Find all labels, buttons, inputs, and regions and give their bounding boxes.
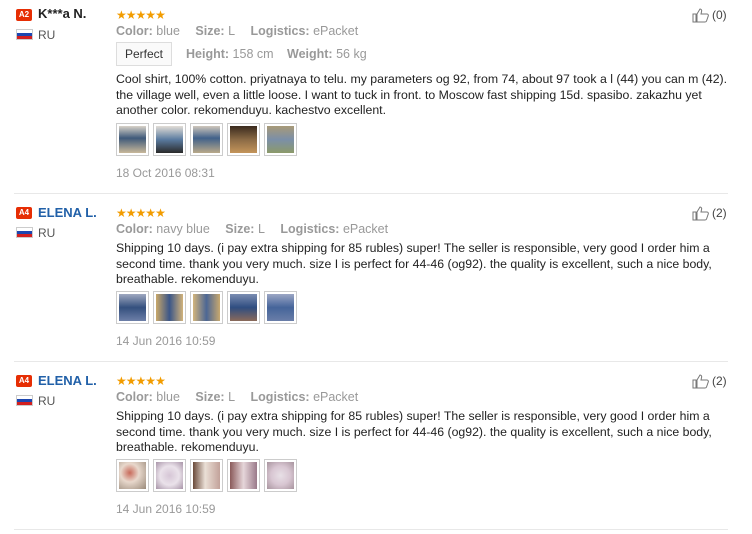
- color-value: navy blue: [156, 222, 210, 236]
- photo-thumbnail[interactable]: [153, 291, 186, 324]
- star-icon: ★: [145, 374, 156, 388]
- helpful-vote[interactable]: (0): [692, 7, 727, 23]
- photo-thumbnail[interactable]: [227, 291, 260, 324]
- star-icon: ★: [135, 374, 147, 388]
- thumbs-up-icon: [692, 8, 709, 23]
- star-icon: ★: [125, 374, 137, 388]
- photo-thumbnail[interactable]: [264, 459, 297, 492]
- review-text: Shipping 10 days. (i pay extra shipping …: [116, 241, 712, 286]
- star-rating: ★ ★ ★ ★ ★: [116, 375, 178, 387]
- review-date: 14 Jun 2016 10:59: [116, 334, 216, 348]
- fit-tag: Perfect: [116, 42, 173, 66]
- star-icon: ★: [116, 8, 127, 22]
- buyer-level-badge: A4: [16, 375, 32, 387]
- review-text: Shipping 10 days. (i pay extra shipping …: [116, 409, 712, 454]
- logistics-value: ePacket: [342, 222, 389, 236]
- helpful-count: (2): [712, 206, 727, 220]
- star-icon: ★: [135, 8, 147, 22]
- review-item-1: A2 K***a N. RU ★ ★ ★ ★ ★ Color: blue Size: L…: [0, 0, 752, 194]
- height-measure: Height: 158 cm: [186, 47, 274, 61]
- order-attributes: Color: navy blue Size: L Logistics: ePac…: [116, 222, 389, 236]
- star-icon: ★: [116, 206, 127, 220]
- logistics-value: ePacket: [313, 24, 359, 38]
- bottom-divider: [14, 529, 728, 530]
- review-photos: [116, 459, 297, 492]
- star-rating: ★ ★ ★ ★ ★: [116, 9, 178, 21]
- buyer-level-badge: A2: [16, 9, 32, 21]
- helpful-count: (2): [712, 374, 727, 388]
- size-value: L: [228, 24, 236, 38]
- order-attributes: Color: blue Size: L Logistics: ePacket: [116, 24, 359, 38]
- russia-flag-icon: [16, 227, 33, 238]
- review-photos: [116, 291, 297, 324]
- review-date: 18 Oct 2016 08:31: [116, 166, 215, 180]
- star-icon: ★: [155, 8, 166, 22]
- photo-thumbnail[interactable]: [264, 123, 297, 156]
- logistics-value: ePacket: [313, 390, 359, 404]
- photo-thumbnail[interactable]: [190, 123, 223, 156]
- photo-thumbnail[interactable]: [264, 291, 297, 324]
- star-icon: ★: [125, 206, 137, 220]
- star-icon: ★: [155, 206, 166, 220]
- photo-thumbnail[interactable]: [116, 123, 149, 156]
- russia-flag-icon: [16, 29, 33, 40]
- review-photos: [116, 123, 297, 156]
- photo-thumbnail[interactable]: [190, 291, 223, 324]
- star-icon: ★: [145, 8, 156, 22]
- review-item-2: A4 ELENA L. RU ★ ★ ★ ★ ★ Color: navy blue Si…: [0, 193, 752, 363]
- thumbs-up-icon: [692, 374, 709, 389]
- photo-thumbnail[interactable]: [116, 459, 149, 492]
- size-value: L: [228, 390, 236, 404]
- order-attributes: Color: blue Size: L Logistics: ePacket: [116, 390, 359, 404]
- star-icon: ★: [116, 374, 127, 388]
- color-value: blue: [156, 24, 180, 38]
- photo-thumbnail[interactable]: [190, 459, 223, 492]
- photo-thumbnail[interactable]: [153, 459, 186, 492]
- reviewer-name[interactable]: K***a N.: [38, 6, 86, 21]
- helpful-count: (0): [712, 8, 727, 22]
- photo-thumbnail[interactable]: [116, 291, 149, 324]
- thumbs-up-icon: [692, 206, 709, 221]
- review-date: 14 Jun 2016 10:59: [116, 502, 216, 516]
- reviewer-country: RU: [38, 394, 56, 408]
- color-value: blue: [156, 390, 180, 404]
- photo-thumbnail[interactable]: [153, 123, 186, 156]
- review-divider: [14, 193, 728, 194]
- review-text: Cool shirt, 100% cotton. priyatnaya to t…: [116, 72, 728, 117]
- star-icon: ★: [155, 374, 166, 388]
- star-icon: ★: [135, 206, 147, 220]
- helpful-vote[interactable]: (2): [692, 205, 727, 221]
- reviewer-name[interactable]: ELENA L.: [38, 205, 97, 220]
- buyer-level-badge: A4: [16, 207, 32, 219]
- star-icon: ★: [145, 206, 156, 220]
- reviewer-name[interactable]: ELENA L.: [38, 373, 97, 388]
- review-divider: [14, 361, 728, 362]
- helpful-vote[interactable]: (2): [692, 373, 727, 389]
- star-icon: ★: [125, 8, 137, 22]
- photo-thumbnail[interactable]: [227, 123, 260, 156]
- review-item-3: A4 ELENA L. RU ★ ★ ★ ★ ★ Color: blue Size: L…: [0, 361, 752, 534]
- reviewer-country: RU: [38, 226, 56, 240]
- weight-measure: Weight: 56 kg: [287, 47, 367, 61]
- star-rating: ★ ★ ★ ★ ★: [116, 207, 178, 219]
- size-value: L: [257, 222, 265, 236]
- photo-thumbnail[interactable]: [227, 459, 260, 492]
- russia-flag-icon: [16, 395, 33, 406]
- reviewer-country: RU: [38, 28, 56, 42]
